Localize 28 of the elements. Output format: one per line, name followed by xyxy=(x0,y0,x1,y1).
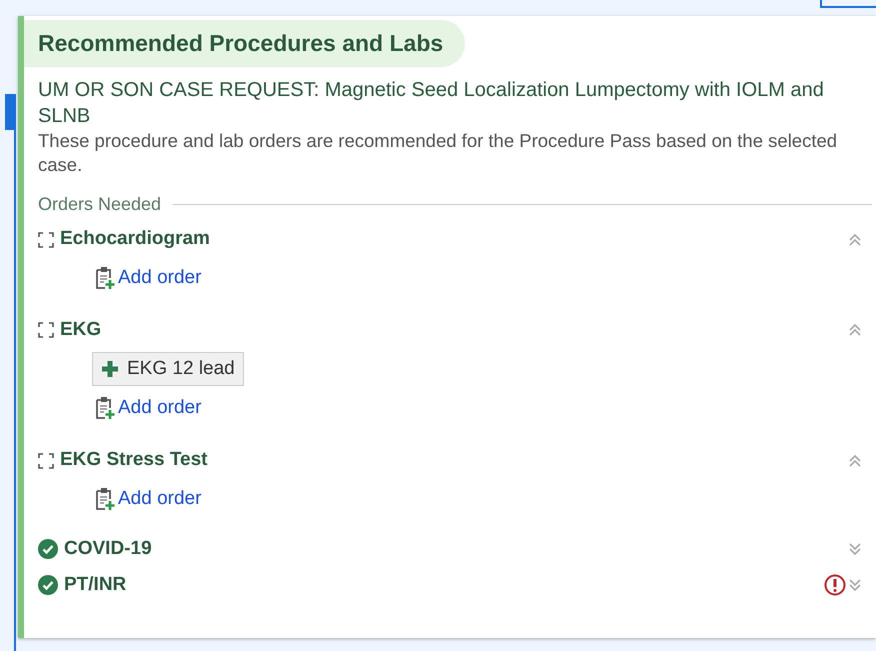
order-category-title: Echocardiogram xyxy=(60,227,210,252)
section-label: Orders Needed xyxy=(38,192,162,216)
add-order-link[interactable]: Add order xyxy=(118,264,202,292)
order-category-title: PT/INR xyxy=(64,572,126,597)
check-circle-icon xyxy=(38,575,58,595)
add-order-link[interactable]: Add order xyxy=(118,394,202,422)
dashed-bracket-icon xyxy=(38,322,54,338)
expand-chevron-icon[interactable] xyxy=(848,578,862,592)
dashed-bracket-icon xyxy=(38,452,54,468)
clipboard-plus-icon xyxy=(94,396,116,420)
order-category-title: COVID-19 xyxy=(64,536,152,561)
expand-chevron-icon[interactable] xyxy=(848,542,862,556)
clipboard-plus-icon xyxy=(94,486,116,511)
plus-icon xyxy=(101,360,119,378)
add-order-link[interactable]: Add order xyxy=(118,484,202,513)
dashed-bracket-icon xyxy=(38,232,54,248)
selection-outline xyxy=(820,0,876,8)
check-circle-icon xyxy=(38,539,58,559)
order-chip[interactable]: EKG 12 lead xyxy=(92,352,244,386)
order-category-title: EKG Stress Test xyxy=(60,448,208,472)
order-category-title: EKG xyxy=(60,318,102,342)
clipboard-plus-icon xyxy=(94,266,116,290)
panel-title: Recommended Procedures and Labs xyxy=(24,20,466,66)
description-text: These procedure and lab orders are recommended for the Procedure Pass based on the selected case. xyxy=(38,128,838,176)
collapse-chevron-icon[interactable] xyxy=(848,323,862,337)
collapse-chevron-icon[interactable] xyxy=(848,232,862,246)
case-request-text: UM OR SON CASE REQUEST: Magnetic Seed Localization Lumpectomy with IOLM and SLNB xyxy=(38,78,825,128)
collapse-chevron-icon[interactable] xyxy=(848,454,862,468)
